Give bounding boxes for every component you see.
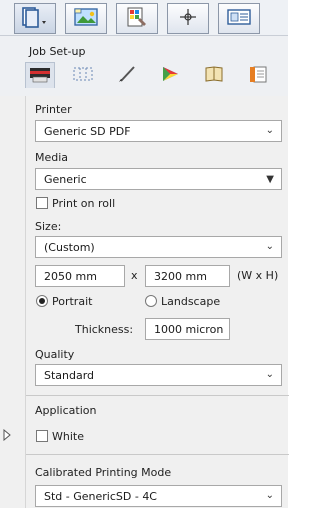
application-label: Application: [35, 404, 97, 417]
dimension-separator: x: [131, 269, 138, 282]
landscape-label: Landscape: [161, 295, 221, 308]
portrait-radio[interactable]: [36, 295, 48, 307]
tab-color[interactable]: [155, 62, 185, 88]
width-input[interactable]: 2050 mm: [35, 265, 125, 287]
image-icon: [71, 6, 101, 31]
dropdown-arrow-icon: ▼: [266, 174, 274, 185]
thickness-input[interactable]: 1000 micron: [145, 318, 230, 340]
print-on-roll-checkbox[interactable]: [36, 197, 48, 209]
media-label: Media: [35, 151, 69, 164]
white-label: White: [52, 430, 84, 443]
dimension-unit-label: (W x H): [237, 269, 279, 282]
quality-select[interactable]: Standard ⌄: [35, 364, 282, 386]
pen-tab-icon: [115, 65, 139, 86]
printer-tab-icon: [28, 65, 52, 86]
thickness-label: Thickness:: [75, 323, 134, 336]
color-tab-icon: [158, 65, 182, 86]
expand-arrow-icon[interactable]: [2, 428, 12, 444]
tab-book[interactable]: [199, 62, 229, 88]
grid-tab-icon: [71, 65, 95, 86]
size-select[interactable]: (Custom) ⌄: [35, 236, 282, 258]
calibrated-mode-value: Std - GenericSD - 4C: [44, 489, 157, 503]
chevron-down-icon: ⌄: [265, 369, 274, 380]
color-tool-button[interactable]: [116, 3, 158, 34]
layout-tool-button[interactable]: [218, 3, 260, 34]
page-tool-button[interactable]: [14, 3, 56, 34]
media-value: Generic: [44, 172, 87, 186]
printer-value: Generic SD PDF: [44, 124, 131, 138]
toolbar: [0, 0, 288, 36]
page-icon: [20, 6, 50, 31]
tab-grid[interactable]: [68, 62, 98, 88]
color-swatch-icon: [122, 6, 152, 31]
thickness-value: 1000 micron: [154, 322, 224, 336]
chevron-down-icon: ⌄: [265, 125, 274, 136]
chevron-down-icon: ⌄: [265, 241, 274, 252]
job-setup-title: Job Set-up: [29, 45, 86, 58]
white-checkbox[interactable]: [36, 430, 48, 442]
image-tool-button[interactable]: [65, 3, 107, 34]
tab-printer[interactable]: [25, 62, 55, 88]
width-value: 2050 mm: [44, 269, 97, 283]
divider: [26, 454, 289, 455]
landscape-radio[interactable]: [145, 295, 157, 307]
print-on-roll-label: Print on roll: [52, 197, 116, 210]
size-value: (Custom): [44, 240, 95, 254]
job-setup-form: Printer Generic SD PDF ⌄ Media Generic ▼…: [25, 96, 289, 508]
printer-select[interactable]: Generic SD PDF ⌄: [35, 120, 282, 142]
book-tab-icon: [202, 65, 226, 86]
portrait-label: Portrait: [52, 295, 93, 308]
tab-document[interactable]: [243, 62, 273, 88]
chevron-down-icon: ⌄: [265, 490, 274, 501]
printer-label: Printer: [35, 103, 72, 116]
calibrated-mode-select[interactable]: Std - GenericSD - 4C ⌄: [35, 485, 282, 507]
quality-value: Standard: [44, 368, 95, 382]
document-tab-icon: [246, 65, 270, 86]
layout-icon: [224, 6, 254, 31]
media-select[interactable]: Generic ▼: [35, 168, 282, 190]
calibrated-mode-label: Calibrated Printing Mode: [35, 466, 172, 479]
tab-pen[interactable]: [112, 62, 142, 88]
height-input[interactable]: 3200 mm: [145, 265, 230, 287]
size-label: Size:: [35, 220, 62, 233]
divider: [26, 395, 289, 396]
quality-label: Quality: [35, 348, 75, 361]
job-setup-panel: Job Set-up Printer Generic SD PDF ⌄ Medi…: [0, 0, 289, 508]
height-value: 3200 mm: [154, 269, 207, 283]
crosshair-icon: [173, 6, 203, 31]
crosshair-tool-button[interactable]: [167, 3, 209, 34]
